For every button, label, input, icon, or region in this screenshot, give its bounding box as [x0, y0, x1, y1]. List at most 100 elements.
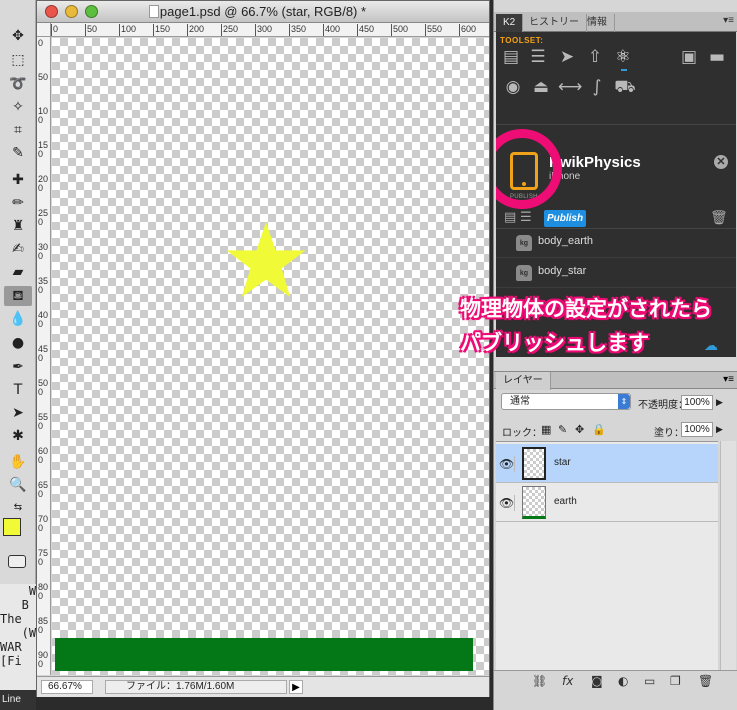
- joint-icon[interactable]: ⟷: [558, 76, 582, 98]
- document-title: page1.psd @ 66.7% (star, RGB/8) *: [159, 4, 367, 19]
- panel-menu-icon[interactable]: ▾≡: [723, 15, 734, 26]
- magic-wand-tool-icon[interactable]: ✧: [4, 97, 32, 117]
- ruler-tick-label: 200: [187, 24, 204, 36]
- layer-thumbnail: [522, 486, 546, 519]
- visibility-eye-icon[interactable]: 👁: [499, 495, 515, 511]
- path-selection-tool-icon[interactable]: ➤: [4, 403, 32, 423]
- layers-scrollbar[interactable]: [720, 441, 736, 670]
- list-item[interactable]: kg body_star: [496, 258, 736, 288]
- star-shape[interactable]: [225, 222, 307, 302]
- list-icon[interactable]: ☰: [520, 209, 532, 227]
- blur-tool-icon[interactable]: 💧: [4, 309, 32, 329]
- hand-tool-icon[interactable]: ✋: [4, 452, 32, 472]
- lasso-tool-icon[interactable]: ➰: [4, 74, 32, 94]
- fx-icon[interactable]: fx: [562, 674, 573, 688]
- ball-icon[interactable]: ◉: [502, 76, 524, 98]
- document-canvas[interactable]: [52, 38, 489, 675]
- eyedropper-tool-icon[interactable]: ✎: [4, 143, 32, 163]
- status-menu-arrow-icon[interactable]: ▶: [289, 680, 303, 694]
- close-icon[interactable]: ✕: [714, 155, 728, 169]
- tab-k2[interactable]: K2: [496, 14, 524, 32]
- dodge-tool-icon[interactable]: ●: [4, 333, 32, 353]
- brush-tool-icon[interactable]: ✏: [4, 193, 32, 213]
- rocket-icon[interactable]: ⇧: [584, 46, 606, 68]
- lock-pixels-icon[interactable]: ✎: [558, 423, 567, 436]
- foreground-color-swatch[interactable]: [3, 518, 21, 536]
- earth-shape[interactable]: [55, 638, 473, 671]
- stamp-tool-icon[interactable]: ♜: [4, 216, 32, 236]
- move-tool-icon[interactable]: ✥: [4, 26, 32, 46]
- tab-layers[interactable]: レイヤー: [496, 372, 551, 390]
- document-titlebar[interactable]: page1.psd @ 66.7% (star, RGB/8) *: [37, 1, 489, 23]
- atom-icon[interactable]: ⚛: [612, 46, 634, 68]
- opacity-field[interactable]: 100%: [681, 395, 713, 410]
- list-item[interactable]: kg body_earth: [496, 228, 736, 258]
- blend-mode-select[interactable]: 通常 ⇕: [501, 393, 631, 410]
- delete-layer-icon[interactable]: 🗑: [698, 674, 713, 688]
- divider: [496, 124, 736, 125]
- rope-icon[interactable]: ∫: [586, 76, 608, 98]
- visibility-eye-icon[interactable]: 👁: [499, 456, 515, 472]
- layer-row-star[interactable]: 👁 star: [496, 444, 718, 483]
- zoom-level-field[interactable]: 66.67%: [41, 680, 93, 694]
- panel-menu-icon[interactable]: ▾≡: [723, 374, 734, 385]
- ruler-vertical[interactable]: 0 50 100 150 200 250 300 350 400 450 500 550 600 650 7…: [37, 37, 51, 675]
- pointer-icon[interactable]: ➤: [556, 46, 578, 68]
- history-brush-tool-icon[interactable]: ✍: [4, 239, 32, 259]
- selected-tool-indicator: [621, 69, 627, 71]
- swap-colors-icon[interactable]: ⇆: [4, 498, 32, 518]
- layer-row-earth[interactable]: 👁 earth: [496, 483, 718, 522]
- ruler-horizontal[interactable]: 050100150200250300350400450500550600650: [51, 23, 489, 37]
- group-folder-icon[interactable]: ▭: [644, 674, 655, 688]
- lock-transparency-icon[interactable]: ▦: [541, 423, 551, 436]
- trash-icon[interactable]: 🗑: [710, 209, 728, 226]
- ruler-tick-label: 200: [38, 174, 49, 193]
- fill-label: 塗り：: [654, 428, 684, 439]
- crop-tool-icon[interactable]: ⌗: [4, 120, 32, 140]
- lock-all-icon[interactable]: 🔒: [592, 423, 606, 436]
- paint-bucket-tool-icon[interactable]: ⛾: [4, 286, 32, 306]
- pen-tool-icon[interactable]: ✒: [4, 357, 32, 377]
- body-label: body_earth: [538, 235, 594, 247]
- publish-button[interactable]: Publish: [544, 210, 586, 227]
- fill-field[interactable]: 100%: [681, 422, 713, 437]
- quick-mask-button[interactable]: [8, 555, 26, 568]
- document-icon[interactable]: ▤: [504, 209, 516, 227]
- adjustment-icon[interactable]: ◐: [618, 674, 628, 688]
- ruler-tick-label: 400: [323, 24, 340, 36]
- fill-arrow-icon[interactable]: ▶: [716, 422, 726, 437]
- shape-tool-icon[interactable]: ✱: [4, 426, 32, 446]
- healing-brush-tool-icon[interactable]: ✚: [4, 170, 32, 190]
- folder-icon[interactable]: ▬: [706, 46, 728, 68]
- new-layer-icon[interactable]: ❐: [670, 674, 681, 688]
- ruler-tick-label: 700: [38, 514, 49, 533]
- weight-icon[interactable]: ⏏: [530, 76, 552, 98]
- lock-position-icon[interactable]: ✥: [575, 423, 584, 436]
- new-folder-icon[interactable]: ▣: [678, 46, 700, 68]
- link-icon[interactable]: ⛓: [532, 674, 547, 688]
- vehicle-icon[interactable]: ⛟: [614, 76, 636, 98]
- ruler-origin[interactable]: [37, 23, 51, 37]
- annotation-text: 物理物体の設定がされたら パブリッシュします: [460, 292, 712, 360]
- eraser-tool-icon[interactable]: ▰: [4, 262, 32, 282]
- lock-row: ロック： ▦ ✎ ✥ 🔒 塗り： 100% ▶: [494, 419, 737, 441]
- tab-info[interactable]: 情報: [580, 14, 615, 32]
- document-icon[interactable]: ▤: [500, 46, 522, 68]
- ruler-tick-label: 450: [38, 344, 49, 363]
- document-status-bar: 66.67% ファイル：1.76M/1.60M ▶: [37, 676, 489, 697]
- opacity-arrow-icon[interactable]: ▶: [716, 395, 726, 410]
- marquee-tool-icon[interactable]: ⬚: [4, 50, 32, 70]
- tab-history[interactable]: ヒストリー: [522, 14, 587, 32]
- layers-tab-bar: レイヤー ▾≡: [494, 371, 737, 390]
- list-icon[interactable]: ☰: [527, 46, 549, 68]
- type-tool-icon[interactable]: T: [4, 380, 32, 400]
- ruler-tick-label: 550: [38, 412, 49, 431]
- action-row: ▤ ☰ Publish 🗑: [496, 207, 736, 229]
- ruler-tick-label: 300: [38, 242, 49, 261]
- select-arrows-icon: ⇕: [618, 394, 630, 409]
- ruler-tick-label: 300: [255, 24, 272, 36]
- file-size-info[interactable]: ファイル：1.76M/1.60M: [105, 680, 287, 694]
- mask-icon[interactable]: ◙: [591, 674, 603, 688]
- tools-panel: ✥ ⬚ ➰ ✧ ⌗ ✎ ✚ ✏ ♜ ✍ ▰ ⛾ 💧 ● ✒ T ➤ ✱ ✋ 🔍 …: [0, 0, 36, 600]
- zoom-tool-icon[interactable]: 🔍: [4, 475, 32, 495]
